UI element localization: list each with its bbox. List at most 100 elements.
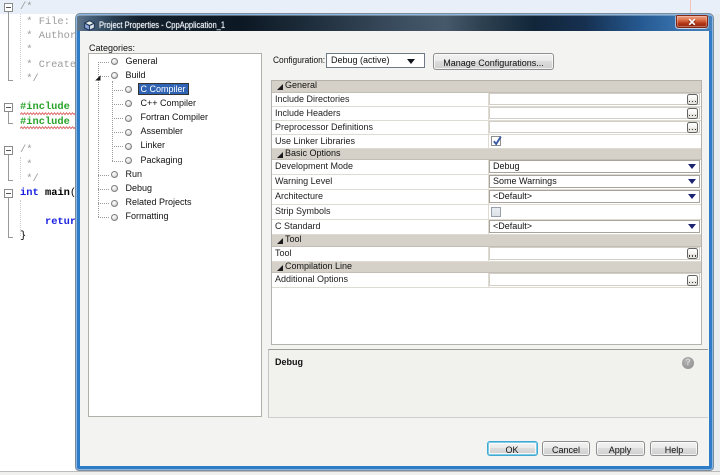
- code-line: * Author: [20, 29, 76, 43]
- value-text-field[interactable]: [489, 93, 700, 105]
- sheet-section-header[interactable]: Basic Options: [272, 149, 701, 161]
- property-value-cell[interactable]: ...: [489, 107, 701, 120]
- section-expanded-icon: [277, 84, 283, 90]
- indent-guide: [20, 200, 21, 236]
- ellipsis-label: ...: [689, 282, 690, 284]
- sheet-section-header[interactable]: Tool: [272, 235, 701, 247]
- dialog-title: Project Properties - CppApplication_1: [99, 20, 225, 30]
- fold-end-tick: [8, 80, 13, 81]
- indent-guide: [20, 14, 21, 79]
- tree-item-run[interactable]: Run: [89, 168, 261, 182]
- help-button[interactable]: Help: [650, 441, 698, 456]
- chevron-down-icon[interactable]: [688, 179, 696, 184]
- checkbox-checked[interactable]: [491, 136, 501, 146]
- property-name: Tool: [275, 248, 292, 258]
- property-row-include-directories: Include Directories...: [272, 93, 701, 107]
- categories-tree[interactable]: GeneralBuildC CompilerC++ CompilerFortra…: [88, 53, 262, 417]
- property-row-warning-level: Warning Level Some Warnings: [272, 175, 701, 190]
- section-title: General: [285, 80, 317, 90]
- tree-connector-line: [98, 203, 109, 204]
- checkbox-unchecked[interactable]: [491, 207, 501, 217]
- value-combobox[interactable]: Some Warnings: [489, 175, 700, 188]
- tree-item-build[interactable]: Build: [89, 69, 261, 83]
- sheet-section-header[interactable]: General: [272, 81, 701, 93]
- value-combobox[interactable]: <Default>: [489, 190, 700, 203]
- property-row-include-headers: Include Headers...: [272, 107, 701, 121]
- tree-item-debug[interactable]: Debug: [89, 182, 261, 196]
- close-button[interactable]: [676, 15, 708, 28]
- fold-guide-line: [8, 12, 9, 80]
- tree-item-label: Related Projects: [126, 197, 192, 207]
- description-panel: Debug ?: [268, 349, 708, 419]
- property-value-cell[interactable]: ...: [489, 247, 701, 261]
- property-name: Warning Level: [275, 176, 332, 186]
- property-value-cell[interactable]: ...: [489, 93, 701, 106]
- value-text-field[interactable]: [489, 273, 700, 286]
- tree-item-formatting[interactable]: Formatting: [89, 210, 261, 224]
- property-name: Include Directories: [275, 94, 350, 104]
- property-value-cell[interactable]: Debug: [489, 160, 701, 174]
- code-token: [20, 216, 45, 228]
- combobox-value: <Default>: [493, 191, 532, 201]
- code-token: /*: [20, 1, 32, 13]
- chevron-down-icon[interactable]: [688, 224, 696, 229]
- tree-item-related-projects[interactable]: Related Projects: [89, 196, 261, 210]
- dialog-titlebar[interactable]: Project Properties - CppApplication_1: [77, 15, 712, 31]
- configuration-combobox[interactable]: Debug (active): [326, 53, 425, 68]
- ellipsis-button[interactable]: ...: [687, 122, 698, 133]
- property-value-cell[interactable]: <Default>: [489, 190, 701, 204]
- property-value-cell[interactable]: [489, 205, 701, 219]
- ellipsis-button[interactable]: ...: [687, 108, 698, 119]
- fold-collapse-box[interactable]: [4, 103, 13, 112]
- property-value-cell[interactable]: ...: [489, 121, 701, 134]
- fold-collapse-box[interactable]: [4, 189, 13, 198]
- ellipsis-button[interactable]: ...: [687, 94, 698, 105]
- tree-item-c-compiler[interactable]: C++ Compiler: [89, 97, 261, 111]
- tree-item-linker[interactable]: Linker: [89, 139, 261, 153]
- property-value-cell[interactable]: Some Warnings: [489, 175, 701, 189]
- button-label: Apply: [597, 444, 644, 457]
- value-combobox[interactable]: Debug: [489, 160, 700, 173]
- property-name: Preprocessor Definitions: [275, 122, 373, 132]
- help-circle-icon[interactable]: ?: [682, 357, 694, 369]
- tree-expanded-arrow-icon[interactable]: [95, 75, 101, 81]
- value-text-field[interactable]: [489, 107, 700, 119]
- property-value-cell[interactable]: [489, 135, 701, 148]
- combobox-value: <Default>: [493, 221, 532, 231]
- chevron-down-icon[interactable]: [688, 194, 696, 199]
- ellipsis-button[interactable]: ...: [687, 248, 698, 259]
- category-node-icon: [125, 100, 132, 107]
- ok-button[interactable]: OK: [487, 441, 538, 456]
- manage-configurations-button[interactable]: Manage Configurations...: [433, 53, 554, 70]
- fold-collapse-box[interactable]: [4, 3, 13, 12]
- fold-collapse-box[interactable]: [4, 146, 13, 155]
- ellipsis-button[interactable]: ...: [687, 275, 698, 286]
- tree-item-general[interactable]: General: [89, 55, 261, 69]
- section-expanded-icon: [277, 265, 283, 271]
- chevron-down-icon[interactable]: [688, 164, 696, 169]
- property-value-cell[interactable]: ...: [489, 273, 701, 287]
- property-row-strip-symbols: Strip Symbols: [272, 205, 701, 220]
- apply-button[interactable]: Apply: [596, 441, 645, 456]
- property-row-additional-options: Additional Options...: [272, 273, 701, 288]
- fold-guide-line: [8, 198, 9, 237]
- category-node-icon: [125, 86, 132, 93]
- tree-item-fortran-compiler[interactable]: Fortran Compiler: [89, 111, 261, 125]
- editor-scrollbar-track[interactable]: [713, 14, 720, 471]
- property-name: Architecture: [275, 191, 323, 201]
- cancel-button[interactable]: Cancel: [542, 441, 590, 456]
- tree-connector-line: [98, 217, 109, 218]
- property-name: C Standard: [275, 221, 321, 231]
- value-text-field[interactable]: [489, 247, 700, 260]
- property-value-cell[interactable]: <Default>: [489, 220, 701, 234]
- value-text-field[interactable]: [489, 121, 700, 133]
- tree-item-packaging[interactable]: Packaging: [89, 154, 261, 168]
- project-properties-dialog: Project Properties - CppApplication_1 Ca…: [76, 14, 713, 470]
- sheet-section-header[interactable]: Compilation Line: [272, 262, 701, 274]
- value-combobox[interactable]: <Default>: [489, 220, 700, 233]
- tree-item-c-compiler[interactable]: C Compiler: [89, 83, 261, 97]
- tree-item-assembler[interactable]: Assembler: [89, 125, 261, 139]
- tree-connector-line: [112, 90, 123, 91]
- button-label: Cancel: [543, 444, 589, 457]
- ellipsis-label: ...: [689, 115, 690, 117]
